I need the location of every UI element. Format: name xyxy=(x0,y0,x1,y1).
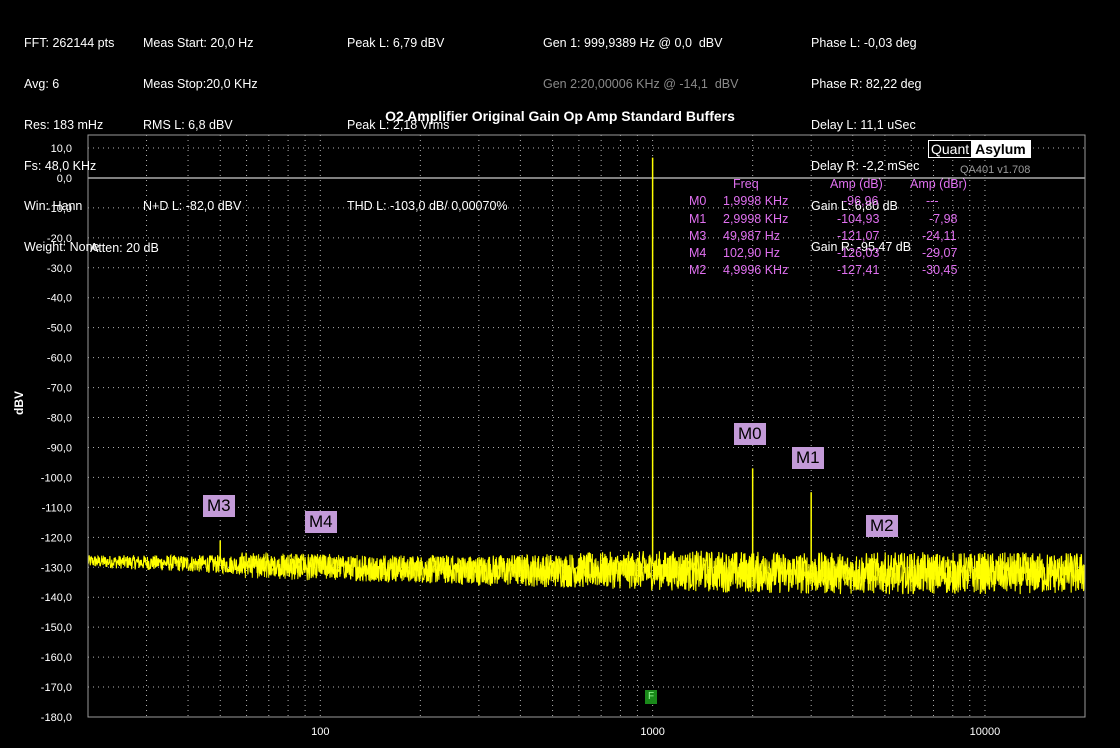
header-delay-r: Delay R: -2,2 mSec xyxy=(811,158,920,173)
marker-label-m0: M0 xyxy=(734,423,766,445)
header-gen1: Gen 1: 999,9389 Hz @ 0,0 dBV xyxy=(543,36,723,51)
logo-quant: Quant xyxy=(929,141,972,157)
y-tick-label: -180,0 xyxy=(41,712,72,724)
marker-id: M3 xyxy=(689,228,707,243)
marker-label-m3: M3 xyxy=(203,495,235,517)
marker-id: M2 xyxy=(689,263,707,278)
header-peak-dbv: Peak L: 6,79 dBV xyxy=(347,36,445,51)
y-tick-label: -170,0 xyxy=(41,682,72,694)
marker-freq: 2,9998 KHz xyxy=(723,211,789,226)
atten-label: Atten: 20 dB xyxy=(90,241,159,255)
marker-id: M0 xyxy=(689,194,707,209)
quantasylum-logo: Quant Asylum xyxy=(928,140,1031,158)
marker-id: M4 xyxy=(689,246,707,261)
y-tick-label: -160,0 xyxy=(41,652,72,664)
marker-amp: -96,96 xyxy=(843,194,879,209)
marker-label-m1: M1 xyxy=(792,447,824,469)
marker-freq: 1,9998 KHz xyxy=(723,194,789,209)
marker-amp: -121,07 xyxy=(837,228,880,243)
marker-freq: 49,987 Hz xyxy=(723,228,780,243)
x-tick-label: 10000 xyxy=(970,726,1001,738)
marker-amp: -127,41 xyxy=(837,263,880,278)
y-tick-label: -150,0 xyxy=(41,622,72,634)
header-fs: Fs: 48,0 KHz xyxy=(24,158,97,173)
chart-title: O2 Amplifier Original Gain Op Amp Standa… xyxy=(385,108,735,124)
header-blank xyxy=(347,160,508,174)
header-gen2: Gen 2:20,00006 KHz @ -14,1 dBV xyxy=(543,76,739,91)
marker-ampr: -29,07 xyxy=(922,246,958,261)
header-meas-start: Meas Start: 20,0 Hz xyxy=(143,36,254,51)
header-meas-stop: Meas Stop:20,0 KHz xyxy=(143,76,258,91)
x-tick-label: 100 xyxy=(311,726,329,738)
header-fft-pts: FFT: 262144 pts xyxy=(24,36,115,51)
marker-col-amp: Amp (dB) xyxy=(830,177,883,191)
version-label: QA401 v1.708 xyxy=(960,164,1031,176)
marker-ampr: -7,98 xyxy=(929,211,958,226)
marker-ampr: -30,45 xyxy=(922,263,958,278)
y-tick-label: -90,0 xyxy=(47,442,72,454)
marker-col-ampr: Amp (dBr) xyxy=(910,177,967,191)
x-tick-label: 1000 xyxy=(640,726,664,738)
marker-freq: 102,90 Hz xyxy=(723,246,780,261)
y-tick-label: -70,0 xyxy=(47,383,72,395)
y-tick-label: -50,0 xyxy=(47,323,72,335)
marker-label-m4: M4 xyxy=(305,511,337,533)
header-nd: N+D L: -82,0 dBV xyxy=(143,199,242,214)
y-tick-label: -80,0 xyxy=(47,413,72,425)
header-blank xyxy=(143,160,258,174)
marker-freq: 4,9996 KHz xyxy=(723,263,789,278)
logo-asylum: Asylum xyxy=(971,141,1030,157)
marker-label-m2: M2 xyxy=(866,515,898,537)
y-tick-label: -60,0 xyxy=(47,353,72,365)
y-tick-label: -120,0 xyxy=(41,532,72,544)
header-gen-info: Gen 1: 999,9389 Hz @ 0,0 dBV Gen 2:20,00… xyxy=(543,10,738,105)
marker-amp: -104,93 xyxy=(837,211,880,226)
header-blank xyxy=(347,78,508,92)
marker-ampr: --- xyxy=(926,194,939,209)
header-fft-info: FFT: 262144 pts Avg: 6 Res: 183 mHz Fs: … xyxy=(24,10,114,268)
y-tick-label: -140,0 xyxy=(41,592,72,604)
marker-ampr: -24,11 xyxy=(922,228,957,243)
header-win: Win: Hann xyxy=(24,199,83,214)
header-phase-r: Phase R: 82,22 deg xyxy=(811,76,922,91)
y-tick-label: -100,0 xyxy=(41,472,72,484)
f-marker: F xyxy=(645,690,657,704)
header-avg: Avg: 6 xyxy=(24,76,60,91)
y-axis-label: dBV xyxy=(12,391,26,415)
y-tick-label: -40,0 xyxy=(47,293,72,305)
y-tick-label: -110,0 xyxy=(42,502,72,514)
header-phase-l: Phase L: -0,03 deg xyxy=(811,36,917,51)
marker-id: M1 xyxy=(689,211,707,226)
marker-amp: -126,03 xyxy=(837,246,880,261)
y-tick-label: -130,0 xyxy=(41,562,72,574)
marker-col-freq: Freq xyxy=(733,177,759,191)
header-thd: THD L: -103,0 dB/ 0,00070% xyxy=(347,199,508,214)
